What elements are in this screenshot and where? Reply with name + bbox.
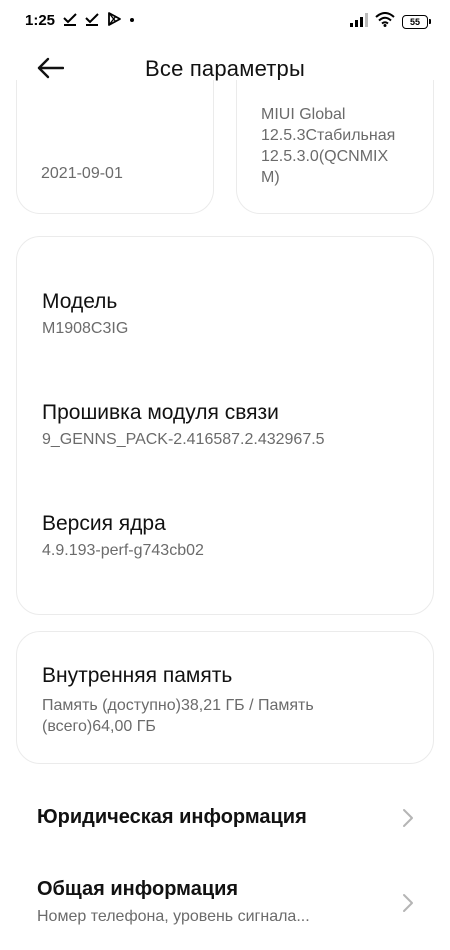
dot-icon <box>128 11 136 27</box>
page-title: Все параметры <box>145 56 305 81</box>
kernel-value: 4.9.193-perf-g743cb02 <box>42 542 204 559</box>
status-time: 1:25 <box>25 12 56 29</box>
status-bar: 1:25 55 <box>0 0 450 42</box>
miui-version-value: MIUI Global 12.5.3Стабильная 12.5.3.0(QC… <box>261 104 421 188</box>
general-info-row[interactable]: Общая информация Номер телефона, уровень… <box>0 866 450 942</box>
kernel-title: Версия ядра <box>42 512 166 535</box>
model-value: M1908C3IG <box>42 320 129 337</box>
chevron-right-icon <box>402 893 414 918</box>
legal-info-title: Юридическая информация <box>37 806 307 828</box>
baseband-item[interactable]: Прошивка модуля связи 9_GENNS_PACK-2.416… <box>42 400 325 450</box>
general-info-title: Общая информация <box>37 878 239 900</box>
check-icon <box>84 11 100 27</box>
miui-version-line: MIUI Global <box>261 106 346 123</box>
miui-version-line: M) <box>261 169 280 186</box>
storage-value: Память (доступно)38,21 ГБ / Память (всег… <box>42 697 314 735</box>
wifi-icon <box>375 12 395 32</box>
battery-level: 55 <box>409 17 420 27</box>
baseband-title: Прошивка модуля связи <box>42 401 279 424</box>
battery-icon: 55 <box>402 15 431 29</box>
model-title: Модель <box>42 290 118 313</box>
miui-version-line: 12.5.3Стабильная <box>261 127 396 144</box>
model-item[interactable]: Модель M1908C3IG <box>42 289 128 339</box>
general-info-subtitle: Номер телефона, уровень сигнала... <box>37 908 310 925</box>
legal-info-row[interactable]: Юридическая информация <box>0 790 450 848</box>
storage-title: Внутренняя память <box>42 664 233 687</box>
notification-icons <box>62 11 136 27</box>
storage-card[interactable]: Внутренняя память Память (доступно)38,21… <box>16 631 434 764</box>
check-icon <box>62 11 78 27</box>
build-date-card[interactable]: 2021-09-01 <box>16 80 214 214</box>
chevron-right-icon <box>402 808 414 833</box>
build-date-value: 2021-09-01 <box>41 165 123 182</box>
baseband-value: 9_GENNS_PACK-2.416587.2.432967.5 <box>42 431 325 448</box>
system-icons: 55 <box>350 12 431 32</box>
miui-version-card[interactable]: MIUI Global 12.5.3Стабильная 12.5.3.0(QC… <box>236 80 434 214</box>
device-info-card: Модель M1908C3IG Прошивка модуля связи 9… <box>16 236 434 615</box>
kernel-item[interactable]: Версия ядра 4.9.193-perf-g743cb02 <box>42 511 204 561</box>
miui-version-line: 12.5.3.0(QCNMIX <box>261 148 389 165</box>
play-store-icon <box>106 11 122 27</box>
signal-icon <box>350 12 368 32</box>
